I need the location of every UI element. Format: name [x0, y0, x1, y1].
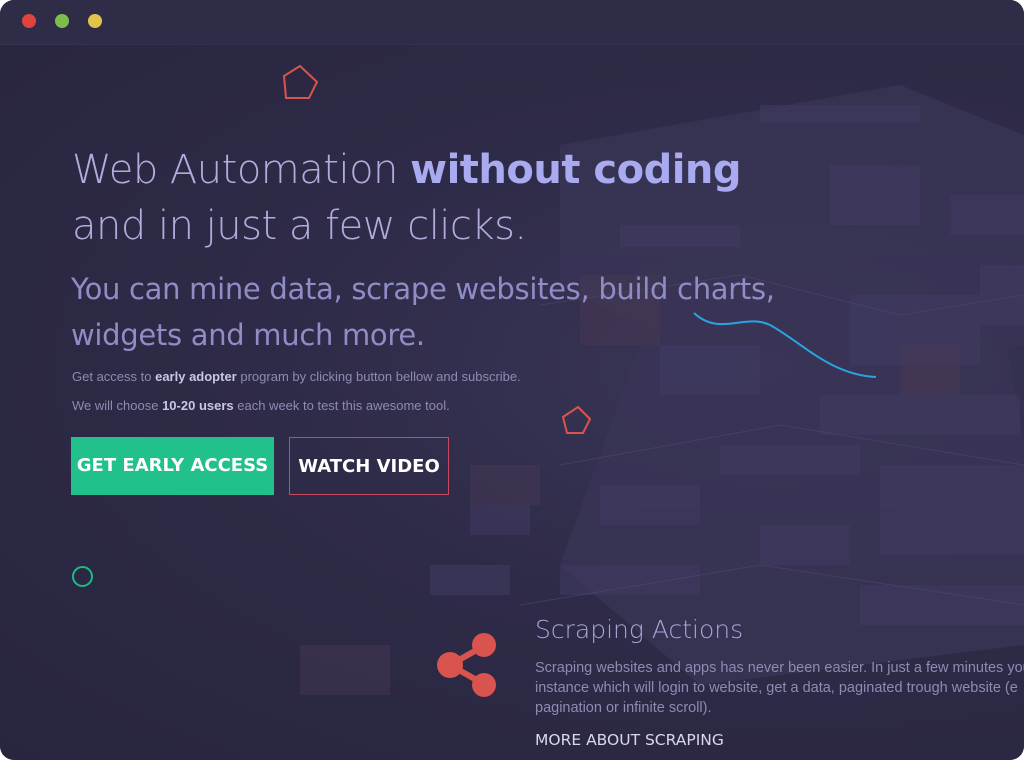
hero-subtitle-line2: widgets and much more.	[71, 318, 425, 352]
minimize-window-button[interactable]	[55, 14, 69, 28]
hero-title-prefix: Web Automation	[72, 147, 411, 193]
maximize-window-button[interactable]	[88, 14, 102, 28]
hero-subtitle-line1: You can mine data, scrape websites, buil…	[71, 272, 775, 306]
pentagon-outline-red-top	[282, 64, 319, 99]
hero-title-line1: Web Automation without coding	[72, 147, 742, 193]
hero-title-emphasis: without coding	[410, 147, 742, 193]
feature-text-line3: pagination or infinite scroll).	[535, 700, 712, 716]
circle-outline-green	[72, 566, 93, 587]
note1-bold: early adopter	[155, 369, 237, 384]
signup-note-line1: Get access to early adopter program by c…	[72, 369, 521, 384]
hero-section: Web Automation without coding and in jus…	[0, 45, 1024, 760]
note2-bold: 10-20 users	[162, 398, 234, 413]
note1-suffix: program by clicking button bellow and su…	[236, 369, 521, 384]
feature-description: Scraping websites and apps has never bee…	[535, 658, 1024, 718]
feature-text-line2: instance which will login to website, ge…	[535, 680, 1018, 696]
watch-video-button[interactable]: WATCH VIDEO	[289, 437, 449, 495]
note2-prefix: We will choose	[72, 398, 163, 413]
window-titlebar	[0, 0, 1024, 45]
feature-title: Scraping Actions	[535, 615, 744, 644]
browser-window: Web Automation without coding and in jus…	[0, 0, 1024, 760]
note1-prefix: Get access to	[72, 369, 156, 384]
feature-text-line1: Scraping websites and apps has never bee…	[535, 660, 1024, 676]
signup-note-line2: We will choose 10-20 users each week to …	[72, 398, 450, 413]
share-icon	[437, 633, 496, 697]
close-window-button[interactable]	[22, 14, 36, 28]
note2-suffix: each week to test this awesome tool.	[233, 398, 450, 413]
hero-title-line2: and in just a few clicks.	[72, 203, 527, 249]
get-early-access-button[interactable]: GET EARLY ACCESS	[71, 437, 274, 495]
pentagon-outline-red-mid	[561, 405, 592, 434]
more-about-scraping-link[interactable]: MORE ABOUT SCRAPING	[535, 731, 724, 749]
